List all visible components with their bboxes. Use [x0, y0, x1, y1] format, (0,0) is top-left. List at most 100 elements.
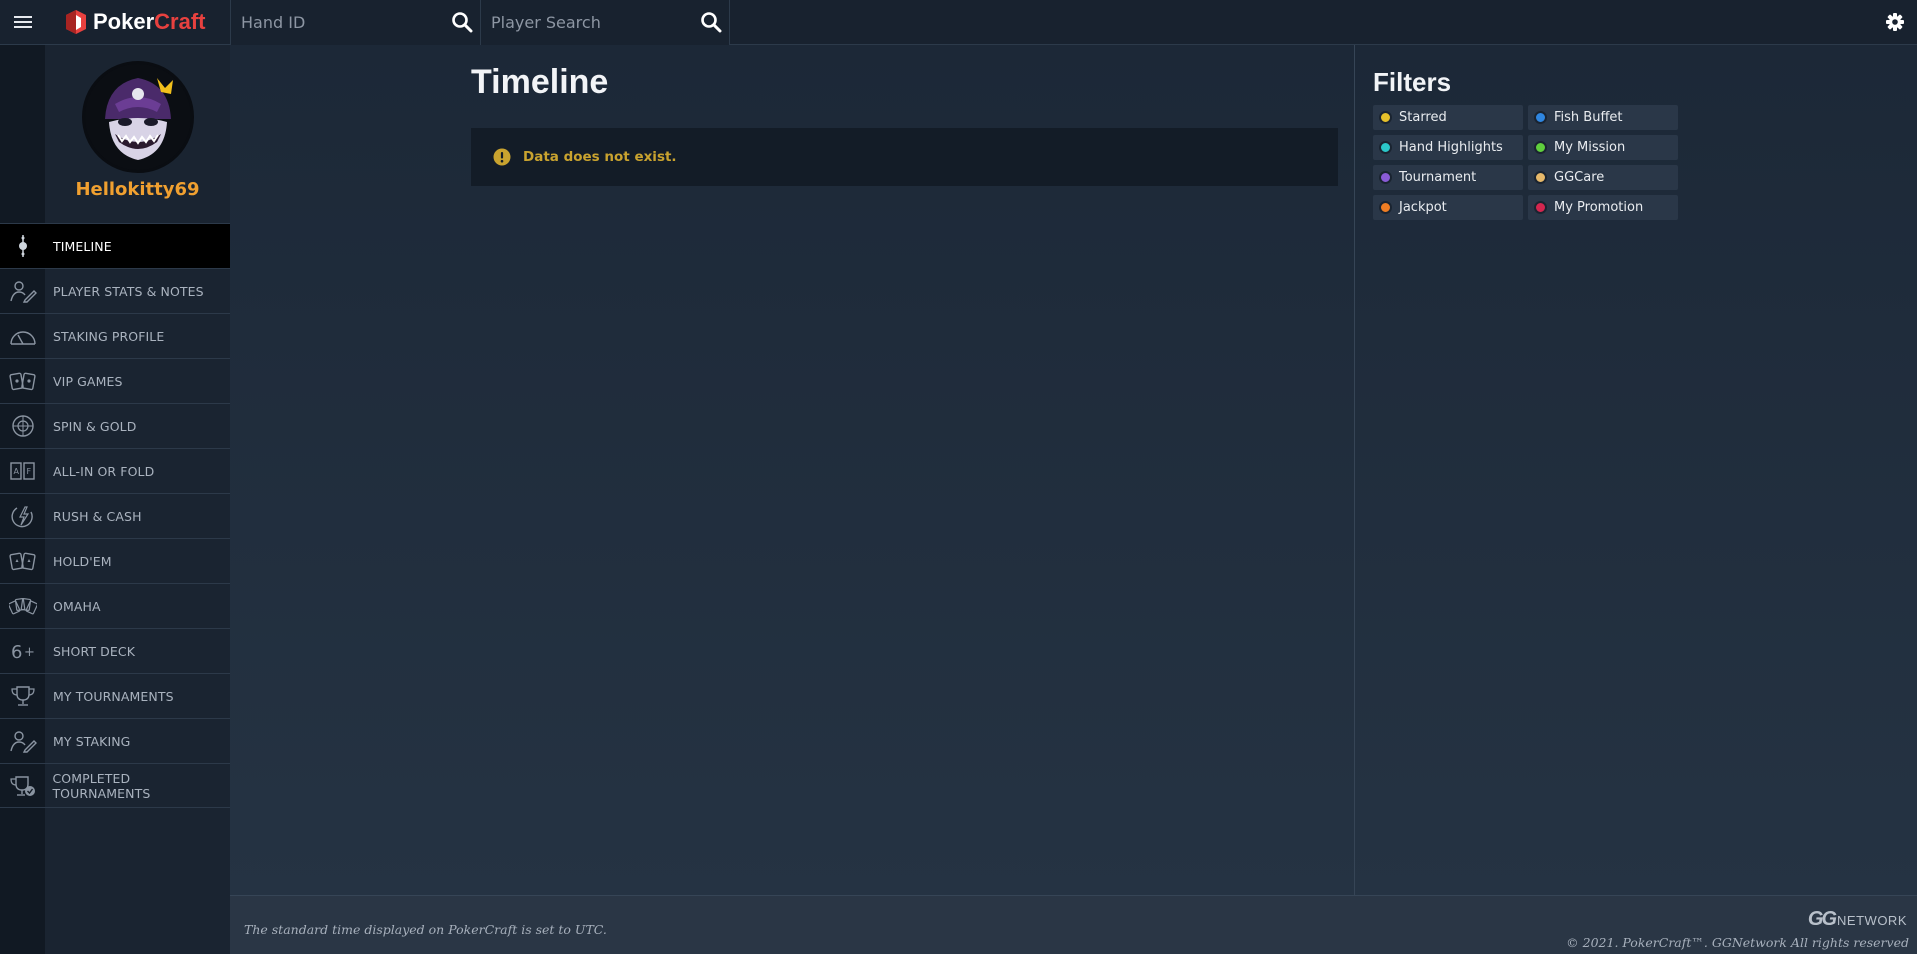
- cards-icon: [8, 372, 36, 391]
- filter-jackpot[interactable]: Jackpot: [1373, 195, 1523, 220]
- filters-title: Filters: [1373, 67, 1452, 97]
- search-icon: [701, 12, 722, 33]
- spin-icon: [11, 415, 34, 437]
- sidebar-item-completed-tournaments[interactable]: COMPLETED TOURNAMENTS: [0, 763, 230, 808]
- sidebar-item-timeline[interactable]: TIMELINE: [0, 223, 230, 268]
- all-in-icon: AF: [9, 462, 35, 480]
- filter-dot-icon: [1379, 201, 1392, 214]
- filter-dot-icon: [1379, 141, 1392, 154]
- hand-id-input[interactable]: [231, 0, 445, 45]
- avatar-image: [84, 64, 191, 170]
- sidebar-item-label: OMAHA: [53, 598, 101, 614]
- svg-text:+: +: [24, 645, 35, 660]
- top-bar: Poker Craft: [0, 0, 1917, 45]
- sidebar-item-label: HOLD'EM: [53, 553, 112, 569]
- player-stats-icon: [9, 281, 37, 303]
- empty-data-alert: Data does not exist.: [471, 128, 1338, 186]
- sidebar-item-short-deck[interactable]: 6 + SHORT DECK: [0, 628, 230, 673]
- sidebar-item-my-tournaments[interactable]: MY TOURNAMENTS: [0, 673, 230, 718]
- hamburger-icon: [13, 16, 32, 28]
- omaha-icon: [8, 598, 37, 615]
- utc-note: The standard time displayed on PokerCraf…: [244, 922, 607, 937]
- gauge-icon: [9, 331, 36, 345]
- filter-label: My Mission: [1554, 140, 1626, 155]
- filter-fish-buffet[interactable]: Fish Buffet: [1528, 105, 1678, 130]
- menu-button[interactable]: [0, 0, 45, 45]
- logo-text-poker: Poker: [93, 9, 155, 34]
- player-search-button[interactable]: [693, 0, 729, 45]
- alert-text: Data does not exist.: [523, 149, 677, 165]
- filter-dot-icon: [1534, 111, 1547, 124]
- filter-grid: Starred Fish Buffet Hand Highlights My M…: [1373, 105, 1678, 220]
- filter-my-promotion[interactable]: My Promotion: [1528, 195, 1678, 220]
- page-title: Timeline: [471, 63, 609, 101]
- sidebar-item-staking-profile[interactable]: STAKING PROFILE: [0, 313, 230, 358]
- sidebar-item-vip-games[interactable]: VIP GAMES: [0, 358, 230, 403]
- footer: The standard time displayed on PokerCraf…: [230, 895, 1917, 954]
- player-search-input[interactable]: [481, 0, 694, 45]
- filter-label: Starred: [1399, 110, 1447, 125]
- filter-label: Jackpot: [1399, 200, 1447, 215]
- sidebar-item-label: VIP GAMES: [53, 373, 123, 389]
- ggnetwork-logo-text: NETWORK: [1837, 913, 1907, 928]
- logo-icon: [66, 10, 86, 34]
- username[interactable]: Hellokitty69: [75, 179, 199, 200]
- filter-my-mission[interactable]: My Mission: [1528, 135, 1678, 160]
- sidebar-item-holdem[interactable]: HOLD'EM: [0, 538, 230, 583]
- filter-dot-icon: [1534, 171, 1547, 184]
- pokercraft-logo[interactable]: Poker Craft: [45, 0, 230, 45]
- filter-label: My Promotion: [1554, 200, 1644, 215]
- hand-id-search: [230, 0, 480, 45]
- filter-label: Fish Buffet: [1554, 110, 1623, 125]
- filter-ggcare[interactable]: GGCare: [1528, 165, 1678, 190]
- sidebar-item-label: PLAYER STATS & NOTES: [53, 283, 204, 299]
- sidebar-item-label: SHORT DECK: [53, 643, 136, 659]
- filter-tournament[interactable]: Tournament: [1373, 165, 1523, 190]
- sidebar-item-label: ALL-IN OR FOLD: [53, 463, 155, 479]
- sidebar-item-label: MY STAKING: [53, 733, 131, 749]
- sidebar-nav: TIMELINE PLAYER STATS & NOTES STAKING PR…: [0, 223, 230, 808]
- trophy-check-icon: [10, 775, 36, 796]
- hand-id-search-button[interactable]: [444, 0, 480, 45]
- sidebar-item-my-staking[interactable]: MY STAKING: [0, 718, 230, 763]
- sidebar-item-rush-cash[interactable]: RUSH & CASH: [0, 493, 230, 538]
- six-plus-icon: 6 +: [11, 642, 35, 663]
- staking-icon: [9, 731, 37, 753]
- sidebar-item-all-in-or-fold[interactable]: AF ALL-IN OR FOLD: [0, 448, 230, 493]
- svg-text:F: F: [26, 467, 31, 476]
- filters-panel: Filters Starred Fish Buffet Hand Highlig…: [1355, 45, 1917, 895]
- sidebar-item-player-stats[interactable]: PLAYER STATS & NOTES: [0, 268, 230, 313]
- filter-dot-icon: [1379, 171, 1392, 184]
- filter-label: Tournament: [1399, 170, 1477, 185]
- sidebar-item-label: COMPLETED TOURNAMENTS: [52, 770, 151, 801]
- filter-starred[interactable]: Starred: [1373, 105, 1523, 130]
- svg-text:A: A: [13, 467, 19, 476]
- logo-text-craft: Craft: [154, 9, 206, 34]
- filter-dot-icon: [1379, 111, 1392, 124]
- ggnetwork-logo: GG NETWORK: [1808, 908, 1907, 931]
- sidebar-item-label: STAKING PROFILE: [53, 328, 165, 344]
- sidebar-item-spin-gold[interactable]: SPIN & GOLD: [0, 403, 230, 448]
- filter-label: GGCare: [1554, 170, 1605, 185]
- svg-text:6: 6: [11, 642, 22, 663]
- player-search: [480, 0, 730, 45]
- sidebar-item-label: MY TOURNAMENTS: [53, 688, 174, 704]
- ggnetwork-logo-gg: GG: [1807, 908, 1837, 930]
- avatar[interactable]: [81, 61, 194, 173]
- main-content: Timeline Data does not exist.: [230, 45, 1355, 895]
- sidebar-item-label: SPIN & GOLD: [53, 418, 137, 434]
- copyright: © 2021. PokerCraft™. GGNetwork All right…: [1566, 935, 1909, 950]
- filter-label: Hand Highlights: [1399, 140, 1503, 155]
- warning-icon: [493, 148, 511, 166]
- gear-icon[interactable]: [1883, 10, 1907, 34]
- search-icon: [452, 12, 473, 33]
- sidebar-item-label: RUSH & CASH: [53, 508, 142, 524]
- sidebar-item-omaha[interactable]: OMAHA: [0, 583, 230, 628]
- timeline-icon: [18, 235, 27, 257]
- filter-dot-icon: [1534, 201, 1547, 214]
- sidebar-item-label: TIMELINE: [53, 238, 112, 254]
- filter-dot-icon: [1534, 141, 1547, 154]
- rush-icon: [10, 506, 33, 528]
- holdem-icon: [8, 552, 36, 571]
- filter-hand-highlights[interactable]: Hand Highlights: [1373, 135, 1523, 160]
